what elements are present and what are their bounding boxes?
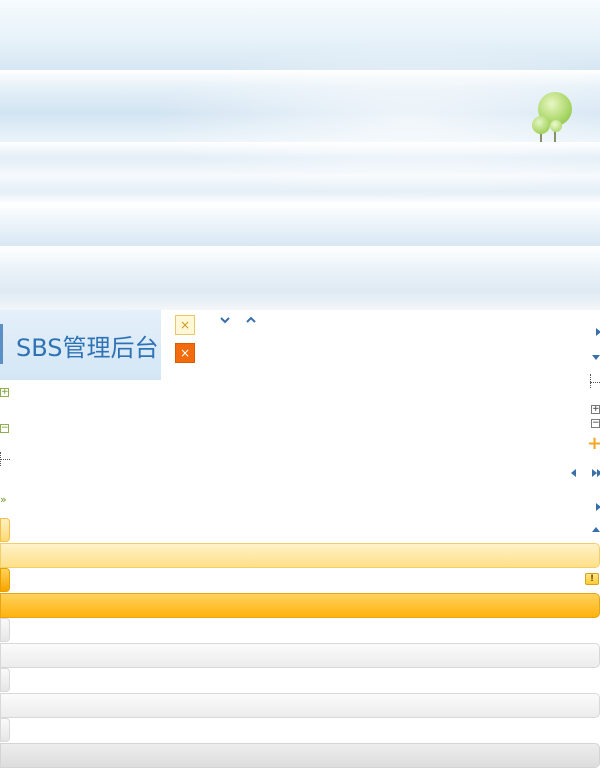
collapse-box-icon[interactable]: − <box>591 419 600 428</box>
chevron-down-icon[interactable] <box>219 314 231 329</box>
tree-line <box>0 459 10 460</box>
bar-gray[interactable] <box>0 693 600 718</box>
arrow-right-icon[interactable] <box>596 503 600 511</box>
alert-icon: ! <box>585 573 599 585</box>
bar-yellow[interactable] <box>0 543 600 568</box>
logo-accent-bar <box>0 324 3 364</box>
expand-box-icon[interactable]: + <box>0 388 9 397</box>
double-arrow-icon[interactable]: » <box>0 493 7 506</box>
close-light-button[interactable]: × <box>175 315 195 335</box>
tree-line <box>590 382 600 383</box>
arrow-right-icon[interactable] <box>596 328 600 336</box>
tab-stub-orange[interactable] <box>0 568 10 592</box>
chevron-up-icon[interactable] <box>245 314 257 329</box>
tree-decoration-icon <box>550 120 562 132</box>
tree-decoration-icon <box>532 116 550 134</box>
bar-gray-dark[interactable] <box>0 743 600 768</box>
tab-stub-gray[interactable] <box>0 618 10 642</box>
banner-band <box>0 246 600 310</box>
bar-orange[interactable] <box>0 593 600 618</box>
logo-title: SBS管理后台 <box>16 334 159 362</box>
tree-line <box>590 374 591 388</box>
tab-stub-gray[interactable] <box>0 668 10 692</box>
tab-stub-yellow[interactable] <box>0 518 10 542</box>
add-icon[interactable]: + <box>587 435 600 453</box>
arrow-left-icon[interactable] <box>571 469 576 477</box>
arrow-down-icon[interactable] <box>592 355 600 360</box>
close-dark-button[interactable]: × <box>175 343 195 363</box>
logo-panel: SBS管理后台 <box>0 310 161 380</box>
banner-band <box>0 204 600 246</box>
header-banner <box>0 0 600 310</box>
tab-stub-gray[interactable] <box>0 718 10 742</box>
bar-gray[interactable] <box>0 643 600 668</box>
expand-box-icon[interactable]: + <box>591 405 600 414</box>
collapse-box-icon[interactable]: − <box>0 424 9 433</box>
arrow-up-icon[interactable] <box>592 527 600 532</box>
